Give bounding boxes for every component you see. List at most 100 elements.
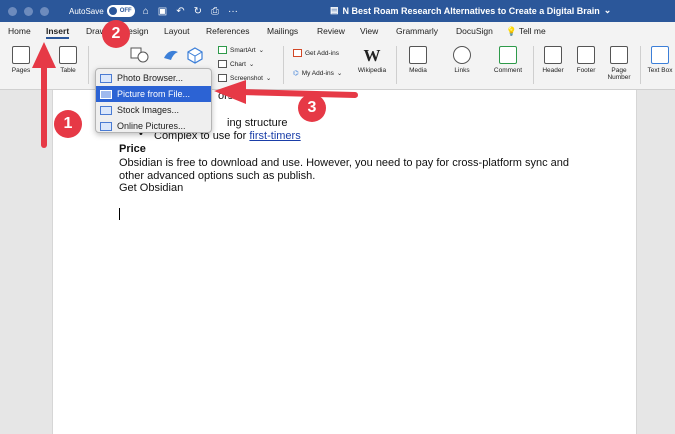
table-label: Table [60, 67, 76, 74]
addins-icon: ⌬ [293, 70, 299, 77]
header-label: Header [542, 67, 564, 74]
screenshot-icon [218, 74, 227, 82]
tab-home[interactable]: Home [8, 26, 31, 36]
ribbon-separator [533, 46, 534, 84]
header-button[interactable]: Header [538, 46, 568, 74]
chart-button[interactable]: Chart ⌄ [218, 60, 254, 68]
comment-icon [499, 46, 517, 64]
get-obsidian-text: Get Obsidian [119, 182, 184, 194]
picture-from-file-label: Picture from File... [117, 89, 191, 99]
photo-browser-icon [100, 73, 112, 83]
tab-review[interactable]: Review [317, 26, 345, 36]
wikipedia-icon: W [363, 46, 381, 65]
annotation-badge-2: 2 [102, 20, 130, 48]
tab-references[interactable]: References [206, 26, 249, 36]
tell-me-label: Tell me [518, 26, 546, 36]
tab-insert[interactable]: Insert [46, 26, 70, 39]
autosave-control[interactable]: AutoSave OFF [69, 5, 135, 17]
shapes-button[interactable] [128, 46, 156, 66]
close-window-button[interactable] [8, 6, 17, 16]
tab-docusign[interactable]: DocuSign [456, 26, 493, 36]
first-timers-link[interactable]: first-timers [249, 130, 300, 142]
table-icon [59, 46, 77, 64]
tab-view[interactable]: View [360, 26, 378, 36]
chevron-down-icon: ⌄ [603, 5, 612, 15]
footer-button[interactable]: Footer [571, 46, 601, 74]
screenshot-label: Screenshot [230, 74, 263, 82]
page-number-icon [610, 46, 628, 64]
save-icon[interactable]: ▣ [158, 6, 167, 17]
partial-line-2: ing structure [227, 117, 288, 129]
autosave-toggle[interactable]: OFF [106, 5, 135, 17]
footer-label: Footer [576, 67, 596, 74]
pages-button[interactable]: Pages [8, 46, 34, 74]
text-cursor [119, 208, 120, 220]
media-icon [409, 46, 427, 64]
zoom-window-button[interactable] [40, 6, 49, 16]
text-box-icon [651, 46, 669, 64]
page-number-button[interactable]: Page Number [604, 46, 634, 81]
online-pictures-icon [100, 121, 112, 131]
window-controls[interactable] [8, 6, 49, 16]
bird-icon [164, 50, 178, 60]
store-icon [293, 49, 302, 57]
pages-icon [12, 46, 30, 64]
autosave-state: OFF [119, 8, 132, 14]
photo-browser-label: Photo Browser... [117, 73, 184, 83]
chart-icon [218, 60, 227, 68]
autosave-label: AutoSave [69, 6, 104, 16]
undo-icon[interactable]: ↶ [176, 6, 184, 17]
chart-label: Chart [230, 60, 246, 68]
my-addins-label: My Add-ins [301, 69, 334, 77]
lightbulb-icon: 💡 [506, 26, 517, 36]
menu-item-photo-browser[interactable]: Photo Browser... [96, 70, 211, 86]
tab-tell-me[interactable]: 💡 Tell me [506, 26, 546, 37]
header-icon [544, 46, 562, 64]
more-icon[interactable]: ··· [228, 6, 238, 17]
minimize-window-button[interactable] [24, 6, 33, 16]
links-button[interactable]: Links [448, 46, 476, 74]
home-icon[interactable]: ⌂ [143, 6, 149, 17]
get-addins-button[interactable]: Get Add-ins [293, 49, 339, 57]
menu-item-stock-images[interactable]: Stock Images... [96, 102, 211, 118]
print-icon[interactable]: ⎙ [211, 6, 219, 17]
smartart-label: SmartArt [230, 46, 256, 54]
tab-mailings[interactable]: Mailings [267, 26, 298, 36]
ribbon-separator [283, 46, 284, 84]
links-label: Links [454, 67, 470, 74]
text-box-button[interactable]: Text Box [645, 46, 675, 74]
redo-icon[interactable]: ↻ [194, 6, 202, 17]
wikipedia-button[interactable]: W Wikipedia [356, 46, 388, 74]
annotation-badge-3: 3 [298, 94, 326, 122]
table-button[interactable]: Table [55, 46, 81, 74]
price-paragraph: Obsidian is free to download and use. Ho… [119, 157, 570, 182]
media-button[interactable]: Media [404, 46, 432, 74]
pictures-dropdown-menu: Photo Browser... Picture from File... St… [95, 68, 212, 133]
quick-access-toolbar: ⌂ ▣ ↶ ↻ ⎙ ··· [143, 6, 238, 17]
wikipedia-label: Wikipedia [357, 67, 387, 74]
get-addins-label: Get Add-ins [305, 49, 339, 57]
tab-grammarly[interactable]: Grammarly [396, 26, 438, 36]
my-addins-button[interactable]: ⌬ My Add-ins ⌄ [293, 69, 342, 78]
document-title[interactable]: ▤ N Best Roam Research Alternatives to C… [330, 5, 611, 16]
link-icon [453, 46, 471, 64]
smartart-button[interactable]: SmartArt ⌄ [218, 46, 264, 54]
3d-models-button[interactable] [184, 46, 206, 66]
document-page[interactable] [52, 90, 637, 434]
stock-images-icon [100, 105, 112, 115]
title-bar: AutoSave OFF ⌂ ▣ ↶ ↻ ⎙ ··· ▤ N Best Roam… [0, 0, 675, 22]
pages-label: Pages [11, 67, 31, 74]
menu-item-picture-from-file[interactable]: Picture from File... [96, 86, 211, 102]
picture-file-icon [100, 89, 112, 99]
menu-item-online-pictures[interactable]: Online Pictures... [96, 118, 211, 134]
text-box-label: Text Box [647, 67, 673, 74]
document-title-text: N Best Roam Research Alternatives to Cre… [342, 5, 600, 16]
media-label: Media [409, 67, 427, 74]
icons-button[interactable] [160, 46, 182, 66]
screenshot-button[interactable]: Screenshot ⌄ [218, 74, 271, 82]
tab-layout[interactable]: Layout [164, 26, 190, 36]
annotation-badge-1: 1 [54, 110, 82, 138]
smartart-icon [218, 46, 227, 54]
comment-button[interactable]: Comment [490, 46, 526, 74]
comment-label: Comment [493, 67, 523, 74]
